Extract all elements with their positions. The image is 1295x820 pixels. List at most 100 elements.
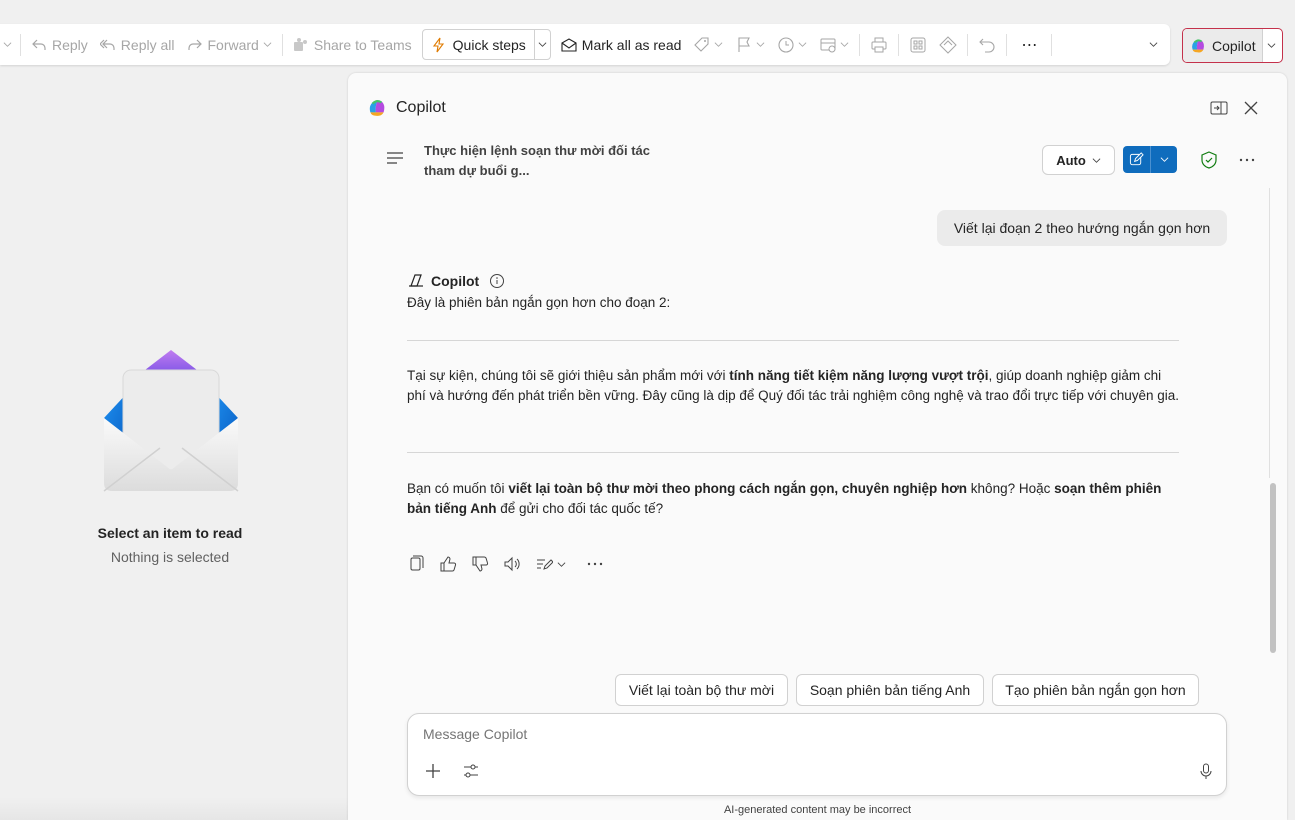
divider — [1051, 33, 1053, 56]
response-header: Copilot — [407, 269, 1182, 293]
scrollbar-thumb[interactable] — [1270, 483, 1276, 653]
menu-icon[interactable] — [386, 151, 404, 165]
chevron-down-icon — [263, 42, 272, 47]
empty-envelope-icon — [103, 350, 239, 492]
new-chat-main[interactable] — [1123, 146, 1151, 173]
thumbs-up-icon[interactable] — [439, 555, 457, 573]
thumbs-down-icon[interactable] — [471, 555, 489, 573]
copilot-mono-icon — [409, 274, 423, 287]
copilot-toolbar-button[interactable]: Copilot — [1182, 28, 1283, 63]
copilot-logo-icon — [1192, 38, 1204, 52]
edit-draft-icon[interactable] — [535, 555, 553, 573]
reply-all-icon — [99, 39, 115, 50]
apps-button[interactable] — [903, 36, 933, 54]
response-paragraph-2: Bạn có muốn tôi viết lại toàn bộ thư mời… — [407, 479, 1182, 519]
snooze-button[interactable] — [771, 36, 813, 54]
quick-steps-dropdown[interactable] — [533, 30, 550, 59]
new-chat-button[interactable] — [1123, 146, 1177, 173]
copilot-dropdown[interactable] — [1261, 29, 1280, 62]
ellipsis-icon: ⋯ — [1021, 36, 1038, 54]
reply-button[interactable]: Reply — [25, 24, 94, 65]
compose-icon — [1129, 152, 1144, 166]
mark-all-read-button[interactable]: Mark all as read — [555, 24, 688, 65]
chevron-down-icon — [798, 42, 807, 47]
reply-icon — [32, 39, 46, 50]
chevron-down-icon — [538, 42, 547, 47]
p2-text-bold-1: viết lại toàn bộ thư mời theo phong cách… — [508, 481, 968, 496]
close-icon[interactable] — [1242, 99, 1260, 117]
divider — [967, 33, 969, 56]
flag-button[interactable] — [729, 36, 771, 54]
copy-icon[interactable] — [407, 555, 425, 573]
suggestion-chip[interactable]: Soạn phiên bản tiếng Anh — [796, 674, 984, 706]
quick-steps-label: Quick steps — [452, 36, 526, 53]
chevron-down-icon — [1149, 42, 1158, 47]
copilot-pane: Copilot Thực hiện lệnh soạn thư mời đối … — [348, 73, 1287, 820]
copilot-button-label: Copilot — [1212, 37, 1256, 54]
conversation-bar: Thực hiện lệnh soạn thư mời đối tác tham… — [386, 137, 1266, 181]
p2-text-c: không? Hoặc — [967, 481, 1055, 496]
message-input[interactable] — [423, 726, 1183, 742]
user-message-text: Viết lại đoạn 2 theo hướng ngắn gọn hơn — [953, 220, 1211, 236]
p2-text-a: Bạn có muốn tôi — [407, 481, 509, 496]
mode-label: Auto — [1056, 152, 1086, 168]
undo-button[interactable] — [972, 36, 1002, 54]
chevron-down-icon — [1092, 157, 1101, 163]
add-icon[interactable] — [424, 762, 442, 780]
settings-sliders-icon[interactable] — [462, 762, 480, 780]
sticker-button[interactable] — [933, 35, 963, 54]
categorize-button[interactable] — [687, 36, 729, 54]
mark-all-read-label: Mark all as read — [581, 36, 682, 53]
scroll-track — [1269, 188, 1270, 478]
pop-out-icon[interactable] — [1210, 99, 1228, 117]
p2-text-e: để gửi cho đối tác quốc tế? — [496, 501, 664, 516]
clock-icon — [778, 36, 794, 53]
user-message: Viết lại đoạn 2 theo hướng ngắn gọn hơn — [937, 210, 1227, 246]
reply-label: Reply — [52, 36, 88, 53]
microphone-icon[interactable] — [1197, 762, 1215, 780]
share-to-teams-button[interactable]: Share to Teams — [287, 24, 418, 65]
rules-button[interactable] — [813, 36, 855, 54]
suggestion-chip[interactable]: Tạo phiên bản ngắn gọn hơn — [992, 674, 1199, 706]
overflow-chevron-icon[interactable] — [0, 40, 16, 49]
ribbon-expand-button[interactable] — [1140, 40, 1170, 49]
conversation-title[interactable]: Thực hiện lệnh soạn thư mời đối tác tham… — [424, 141, 664, 181]
response-actions — [407, 555, 618, 573]
forward-icon — [187, 39, 202, 50]
suggestion-chip[interactable]: Viết lại toàn bộ thư mời — [615, 674, 788, 706]
divider — [407, 340, 1179, 341]
reply-all-label: Reply all — [120, 36, 175, 53]
rules-icon — [820, 38, 836, 52]
teams-icon — [293, 37, 307, 51]
new-chat-dropdown[interactable] — [1151, 146, 1177, 173]
reply-all-button[interactable]: Reply all — [94, 24, 181, 65]
copilot-header: Copilot — [366, 97, 446, 119]
suggestion-chip-label: Viết lại toàn bộ thư mời — [628, 682, 775, 698]
reading-pane: Select an item to read Nothing is select… — [0, 73, 340, 820]
response-intro: Đây là phiên bản ngắn gọn hơn cho đoạn 2… — [407, 295, 671, 310]
shield-check-icon[interactable] — [1200, 151, 1218, 169]
chevron-down-icon[interactable] — [557, 560, 566, 569]
forward-button[interactable]: Forward — [181, 24, 278, 65]
speaker-icon[interactable] — [503, 555, 521, 573]
copilot-pane-title: Copilot — [396, 99, 446, 116]
flag-icon — [738, 36, 751, 52]
ai-disclaimer: AI-generated content may be incorrect — [723, 804, 912, 816]
more-options-icon[interactable] — [586, 555, 604, 573]
quick-steps-button[interactable]: Quick steps — [421, 29, 551, 60]
print-button[interactable] — [864, 36, 894, 54]
response-author: Copilot — [431, 273, 480, 289]
divider — [1006, 33, 1008, 56]
info-icon[interactable] — [489, 273, 505, 289]
more-options-icon[interactable] — [1238, 151, 1256, 169]
divider — [407, 452, 1179, 453]
undo-icon — [979, 38, 995, 53]
suggestion-chip-label: Tạo phiên bản ngắn gọn hơn — [1005, 682, 1186, 698]
mode-selector[interactable]: Auto — [1042, 145, 1115, 175]
divider — [281, 33, 283, 56]
empty-state-title: Select an item to read — [97, 525, 243, 541]
chevron-down-icon — [1160, 157, 1168, 162]
status-strip — [0, 797, 348, 820]
more-options-button[interactable]: ⋯ — [1011, 35, 1047, 55]
copilot-open-button[interactable]: Copilot — [1183, 29, 1262, 62]
